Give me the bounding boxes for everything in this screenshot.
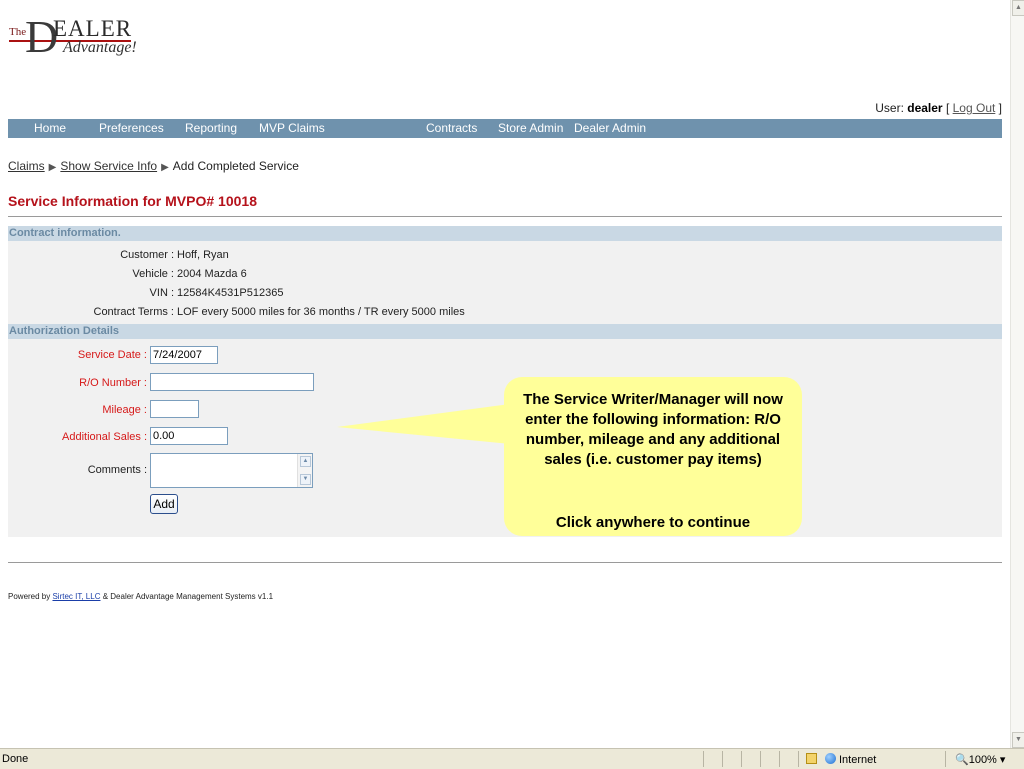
breadcrumb-arrow-icon: ▶ [48,162,57,173]
mileage-input[interactable] [150,400,199,418]
footer-sirtec-link[interactable]: Sirtec IT, LLC [52,592,100,601]
user-bracket-close: ] [995,101,1002,115]
mileage-label: Mileage : [102,404,147,416]
user-prefix: User: [875,101,908,115]
customer-value: Hoff, Ryan [177,249,229,261]
vehicle-label: Vehicle : [132,268,174,280]
vin-label: VIN : [149,287,174,299]
additional-sales-input[interactable] [150,427,228,445]
nav-mvp-claims[interactable]: MVP Claims [259,121,325,135]
authorization-header-label: Authorization Details [9,325,120,337]
divider [8,562,1002,563]
nav-reporting[interactable]: Reporting [185,121,237,135]
status-separator [741,751,742,767]
divider [8,216,1002,217]
authorization-section-header: Authorization Details [8,324,1002,339]
status-separator [798,751,799,767]
service-date-input[interactable] [150,346,218,364]
nav-store-admin[interactable]: Store Admin [498,121,563,135]
footer-suffix: & Dealer Advantage Management Systems v1… [100,592,274,601]
status-text: Done [2,753,29,765]
ro-number-input[interactable] [150,373,314,391]
status-bar: Done Internet 🔍100% ▾ [0,748,1024,769]
additional-sales-label: Additional Sales : [62,431,147,443]
user-bracket-open: [ [942,101,953,115]
page-title: Service Information for MVPO# 10018 [8,193,257,209]
status-separator [779,751,780,767]
zoom-level[interactable]: 🔍100% ▾ [955,753,1005,766]
breadcrumb-current: Add Completed Service [172,159,299,173]
browser-page: The D EALER Advantage! User: dealer [ Lo… [0,0,1010,748]
breadcrumb-arrow-icon: ▶ [161,162,169,173]
footer: Powered by Sirtec IT, LLC & Dealer Advan… [8,592,273,601]
scroll-up-icon[interactable]: ▲ [300,456,311,467]
comments-label: Comments : [87,464,147,476]
status-separator [722,751,723,767]
callout-continue[interactable]: Click anywhere to continue [514,514,792,531]
zoom-value: 100% [968,754,997,766]
user-info: User: dealer [ Log Out ] [875,101,1002,115]
dealer-advantage-logo[interactable]: The D EALER Advantage! [9,12,149,62]
breadcrumb: Claims ▶ Show Service Info ▶ Add Completed S… [8,159,299,173]
nav-home[interactable]: Home [34,121,66,135]
status-separator [703,751,704,767]
lock-icon [806,753,817,764]
status-separator [945,751,946,767]
globe-icon [825,753,836,764]
logout-link[interactable]: Log Out [953,101,996,115]
breadcrumb-claims[interactable]: Claims [8,159,45,173]
callout-message: The Service Writer/Manager will now ente… [523,391,783,468]
scroll-down-icon[interactable]: ▼ [300,474,311,485]
window-scrollbar[interactable]: ▲ ▼ [1010,0,1024,748]
security-zone[interactable]: Internet [825,753,876,766]
breadcrumb-show-service[interactable]: Show Service Info [60,159,157,173]
service-date-label: Service Date : [77,349,147,361]
user-name: dealer [907,101,943,115]
vin-value: 12584K4531P512365 [177,287,284,299]
vehicle-value: 2004 Mazda 6 [177,268,247,280]
status-separator [760,751,761,767]
nav-preferences[interactable]: Preferences [99,121,164,135]
add-button[interactable]: Add [150,494,178,514]
zoom-icon: 🔍 [955,754,969,766]
comments-scrollbar[interactable]: ▲ ▼ [297,454,312,487]
scroll-down-icon[interactable]: ▼ [1012,732,1024,748]
main-nav: Home Preferences Reporting MVP Claims Co… [8,119,1002,138]
comments-textarea[interactable]: ▲ ▼ [150,453,313,488]
contract-terms-label: Contract Terms : [93,306,175,318]
contract-header-label: Contract information. [9,227,121,239]
contract-section-header: Contract information. [8,226,1002,241]
contract-terms-value: LOF every 5000 miles for 36 months / TR … [177,306,465,318]
logo-advantage: Advantage! [63,39,137,56]
security-zone-label: Internet [839,754,877,766]
tutorial-callout[interactable]: The Service Writer/Manager will now ente… [504,377,802,536]
customer-label: Customer : [120,249,174,261]
footer-prefix: Powered by [8,592,53,601]
scroll-up-icon[interactable]: ▲ [1012,0,1024,16]
ro-number-label: R/O Number : [79,377,147,389]
nav-dealer-admin[interactable]: Dealer Admin [574,121,646,135]
logo-the: The [9,26,27,38]
nav-contracts[interactable]: Contracts [426,121,477,135]
